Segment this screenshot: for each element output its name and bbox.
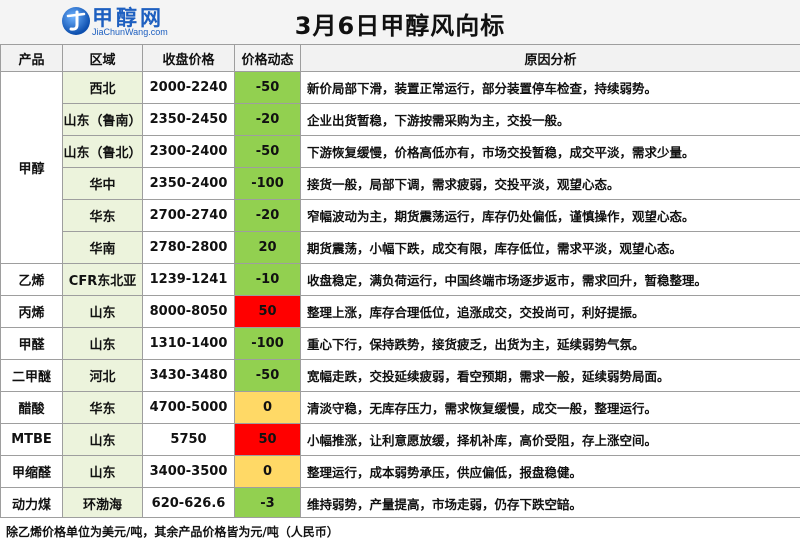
price-cell: 2000-2240	[142, 71, 235, 104]
reason-cell: 整理运行，成本弱势承压，供应偏低，报盘稳健。	[300, 455, 800, 488]
region-cell: 山东	[62, 327, 143, 360]
price-cell: 2300-2400	[142, 135, 235, 168]
footer-note: 除乙烯价格单位为美元/吨，其余产品价格皆为元/吨（人民币）	[0, 517, 800, 547]
product-cell: 甲醛	[0, 327, 63, 360]
region-cell: 华南	[62, 231, 143, 264]
col-header-product: 产品	[0, 44, 63, 72]
region-cell: 华东	[62, 391, 143, 424]
table-row: 醋酸 华东 4700-5000 0 清淡守稳，无库存压力，需求恢复缓慢，成交一般，整理运…	[0, 391, 800, 424]
reason-cell: 维持弱势，产量提高，市场走弱，仍存下跌空䍌。	[300, 487, 800, 520]
table-header-row: 产品 区域 收盘价格 价格动态 原因分析	[0, 44, 800, 72]
col-header-change: 价格动态	[234, 44, 301, 72]
product-cell: 醋酸	[0, 391, 63, 424]
table-row: 山东（鲁北） 2300-2400 -50 下游恢复缓慢，价格高低亦有，市场交投暂稳，成…	[1, 135, 800, 168]
region-cell: 河北	[62, 359, 143, 392]
table-row: 乙烯 CFR东北亚 1239-1241 -10 收盘稳定，满负荷运行，中国终端市场逐步返…	[0, 263, 800, 296]
change-cell: 0	[234, 455, 301, 488]
table-row: 华南 2780-2800 20 期货震荡，小幅下跌，成交有限，库存低位，需求平淡，观望…	[1, 231, 800, 264]
reason-cell: 小幅推涨，让利意愿放缓，择机补库，高价受阻，存上涨空间。	[300, 423, 800, 456]
table-row: 华中 2350-2400 -100 接货一般，局部下调，需求疲弱，交投平淡，观望心态。	[1, 167, 800, 200]
change-cell: -100	[234, 167, 301, 200]
product-cell: 甲醇	[0, 71, 63, 264]
table-row: 华东 2700-2740 -20 窄幅波动为主，期货震荡运行，库存仍处偏低，谨慎操作，…	[1, 199, 800, 232]
change-cell: 50	[234, 295, 301, 328]
reason-cell: 整理上涨，库存合理低位，追涨成交，交投尚可，利好提振。	[300, 295, 800, 328]
page-title: 3月6日甲醇风向标	[294, 12, 506, 40]
product-cell: 动力煤	[0, 487, 63, 520]
price-cell: 3400-3500	[142, 455, 235, 488]
change-cell: -10	[234, 263, 301, 296]
table-row: 山东（鲁南） 2350-2450 -20 企业出货暂稳，下游按需采购为主，交投一般。	[1, 103, 800, 136]
table-row: 甲醛 山东 1310-1400 -100 重心下行，保持跌势，接货疲乏，出货为主，延续弱…	[0, 327, 800, 360]
product-cell: MTBE	[0, 423, 63, 456]
table-row: 二甲醚 河北 3430-3480 -50 宽幅走跌，交投延续疲弱，看空预期，需求一般，延…	[0, 359, 800, 392]
change-cell: -50	[234, 135, 301, 168]
change-cell: -50	[234, 359, 301, 392]
price-cell: 3430-3480	[142, 359, 235, 392]
reason-cell: 收盘稳定，满负荷运行，中国终端市场逐步返市，需求回升，暂稳整理。	[300, 263, 800, 296]
reason-cell: 窄幅波动为主，期货震荡运行，库存仍处偏低，谨慎操作，观望心态。	[300, 199, 800, 232]
table-row: MTBE 山东 5750 50 小幅推涨，让利意愿放缓，择机补库，高价受阻，存上涨空间。	[0, 423, 800, 456]
price-cell: 2350-2400	[142, 167, 235, 200]
reason-cell: 期货震荡，小幅下跌，成交有限，库存低位，需求平淡，观望心态。	[300, 231, 800, 264]
price-table: 产品 区域 收盘价格 价格动态 原因分析 甲醇 西北 2000-2240 -50 新价局…	[0, 44, 800, 520]
price-cell: 2700-2740	[142, 199, 235, 232]
price-cell: 1310-1400	[142, 327, 235, 360]
reason-cell: 下游恢复缓慢，价格高低亦有，市场交投暂稳，成交平淡，需求少量。	[300, 135, 800, 168]
table-row: 动力煤 环渤海 620-626.6 -3 维持弱势，产量提高，市场走弱，仍存下跌空䍌。	[0, 487, 800, 520]
price-cell: 8000-8050	[142, 295, 235, 328]
reason-cell: 接货一般，局部下调，需求疲弱，交投平淡，观望心态。	[300, 167, 800, 200]
change-cell: -20	[234, 199, 301, 232]
reason-cell: 宽幅走跌，交投延续疲弱，看空预期，需求一般，延续弱势局面。	[300, 359, 800, 392]
region-cell: 山东（鲁南）	[62, 103, 143, 136]
region-cell: 山东	[62, 455, 143, 488]
table-row: 甲醇 西北 2000-2240 -50 新价局部下滑，装置正常运行，部分装置停车检查，持…	[0, 71, 800, 264]
product-cell: 二甲醚	[0, 359, 63, 392]
price-cell: 2350-2450	[142, 103, 235, 136]
reason-cell: 清淡守稳，无库存压力，需求恢复缓慢，成交一般，整理运行。	[300, 391, 800, 424]
change-cell: -20	[234, 103, 301, 136]
region-cell: 山东	[62, 295, 143, 328]
product-cell: 丙烯	[0, 295, 63, 328]
region-cell: CFR东北亚	[62, 263, 143, 296]
change-cell: 20	[234, 231, 301, 264]
price-cell: 5750	[142, 423, 235, 456]
price-cell: 4700-5000	[142, 391, 235, 424]
table-row: 甲缩醛 山东 3400-3500 0 整理运行，成本弱势承压，供应偏低，报盘稳健。	[0, 455, 800, 488]
change-cell: 50	[234, 423, 301, 456]
price-cell: 2780-2800	[142, 231, 235, 264]
region-cell: 华东	[62, 199, 143, 232]
change-cell: -3	[234, 487, 301, 520]
col-header-reason: 原因分析	[300, 44, 800, 72]
region-cell: 西北	[62, 71, 143, 104]
region-cell: 环渤海	[62, 487, 143, 520]
change-cell: -100	[234, 327, 301, 360]
page: 甲醇网 JiaChunWang.com 3月6日甲醇风向标 产品 区域 收盘价格…	[0, 0, 800, 547]
change-cell: -50	[234, 71, 301, 104]
price-cell: 620-626.6	[142, 487, 235, 520]
product-cell: 甲缩醛	[0, 455, 63, 488]
col-header-region: 区域	[62, 44, 143, 72]
reason-cell: 新价局部下滑，装置正常运行，部分装置停车检查，持续弱势。	[300, 71, 800, 104]
col-header-price: 收盘价格	[142, 44, 235, 72]
reason-cell: 企业出货暂稳，下游按需采购为主，交投一般。	[300, 103, 800, 136]
change-cell: 0	[234, 391, 301, 424]
region-cell: 山东（鲁北）	[62, 135, 143, 168]
table-row: 丙烯 山东 8000-8050 50 整理上涨，库存合理低位，追涨成交，交投尚可，利好提…	[0, 295, 800, 328]
region-cell: 华中	[62, 167, 143, 200]
header: 甲醇网 JiaChunWang.com 3月6日甲醇风向标	[0, 0, 800, 45]
region-cell: 山东	[62, 423, 143, 456]
price-cell: 1239-1241	[142, 263, 235, 296]
product-cell: 乙烯	[0, 263, 63, 296]
table-body: 甲醇 西北 2000-2240 -50 新价局部下滑，装置正常运行，部分装置停车检查，持…	[0, 71, 800, 520]
reason-cell: 重心下行，保持跌势，接货疲乏，出货为主，延续弱势气氛。	[300, 327, 800, 360]
